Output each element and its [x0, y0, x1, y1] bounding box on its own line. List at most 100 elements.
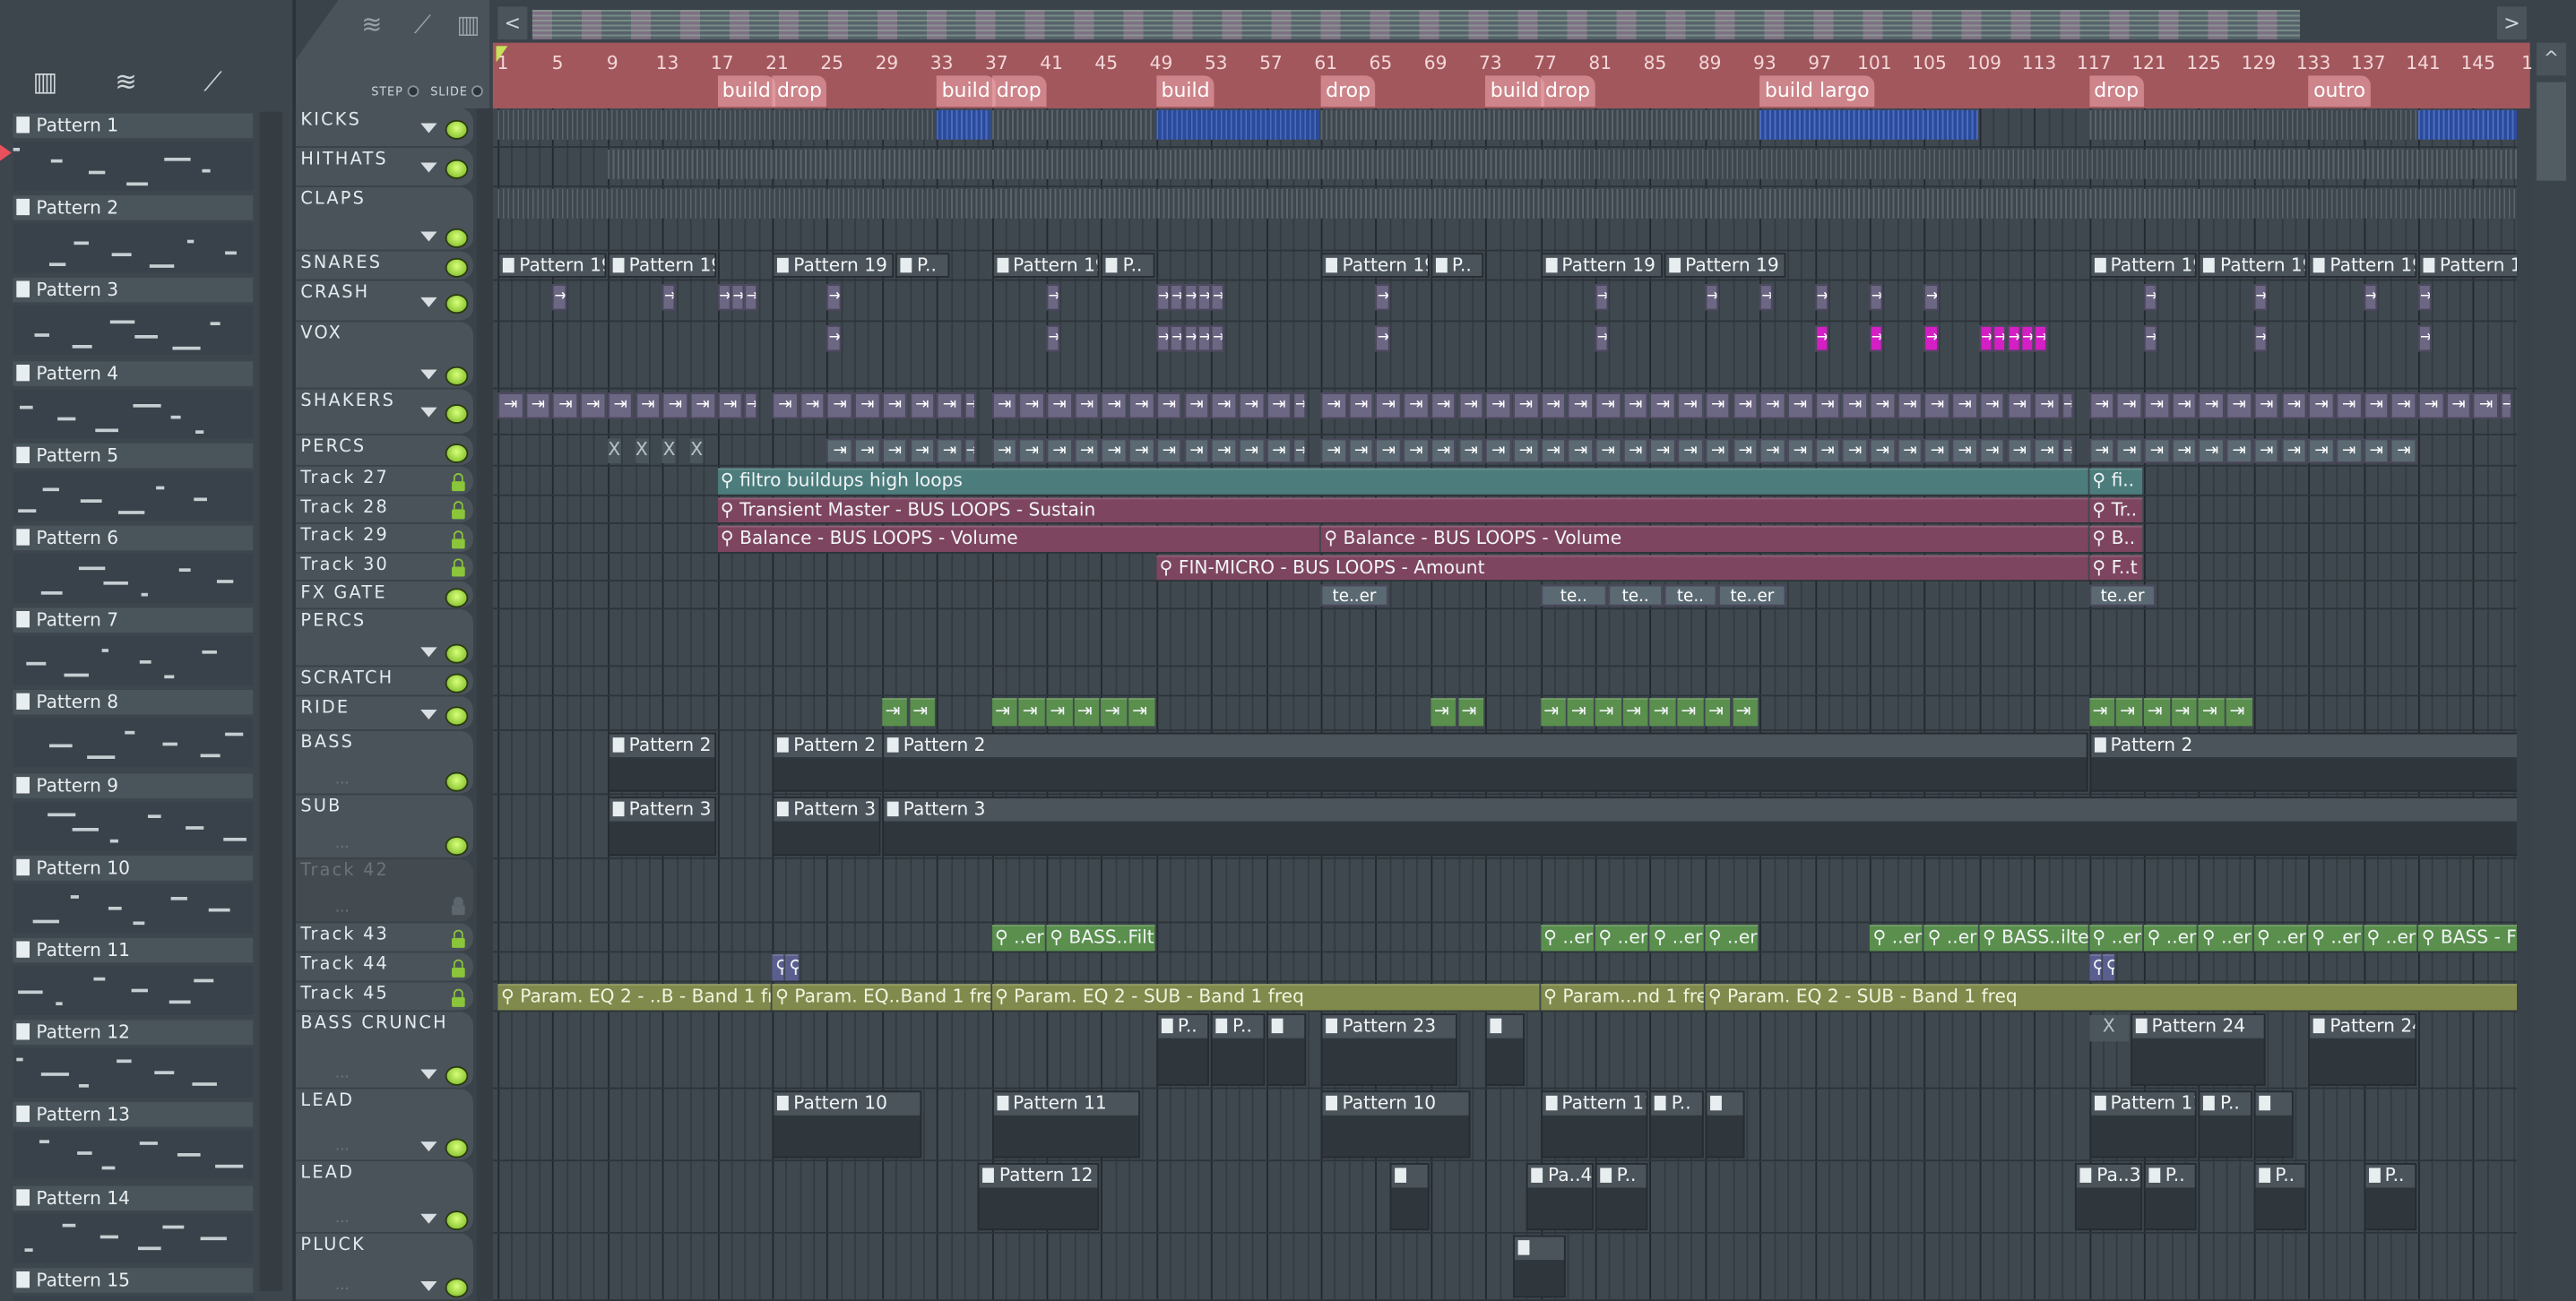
track-options-dots[interactable]: ... — [335, 836, 350, 852]
scrollbar-thumb[interactable] — [2536, 82, 2566, 181]
audio-clip[interactable]: ⇥ — [497, 392, 524, 419]
pattern-clip[interactable]: Pattern 3 — [881, 797, 2518, 857]
automation-clip[interactable]: ⚲ ..er — [1869, 925, 1923, 952]
audio-clip[interactable]: ⇥ — [1128, 438, 1155, 463]
audio-clip[interactable]: ⇥ — [1197, 324, 1211, 352]
pattern-clip[interactable]: Pattern 19 — [607, 253, 716, 278]
track-options-dots[interactable]: ... — [335, 900, 350, 917]
audio-clip[interactable]: ⇥ — [1705, 284, 1719, 311]
pattern-item[interactable]: Pattern 14 — [13, 1185, 256, 1268]
audio-clip[interactable]: ⇥ — [2363, 284, 2377, 311]
pattern-clip[interactable]: P.. — [1101, 253, 1155, 278]
pattern-clip[interactable] — [1266, 1013, 1306, 1086]
audio-clip[interactable]: ⇥ — [937, 438, 963, 463]
audio-clip[interactable]: ⇥ — [1457, 392, 1484, 419]
audio-clip[interactable]: ⇥ — [1649, 698, 1676, 727]
audio-clip[interactable]: ⇥ — [635, 392, 661, 419]
track-dropdown-icon[interactable] — [420, 369, 437, 380]
step-toggle[interactable] — [407, 85, 419, 98]
audio-clip[interactable]: ⇥ — [2418, 324, 2433, 352]
audio-clip[interactable]: ⇥ — [1018, 392, 1045, 419]
audio-clip[interactable]: ⇥ — [1759, 284, 1774, 311]
audio-clip[interactable]: ⇥ — [2143, 438, 2170, 463]
track-header[interactable]: Track 45 — [295, 982, 473, 1012]
pattern-clip[interactable]: Pattern 10 — [772, 1090, 921, 1159]
marker-build[interactable]: build — [717, 75, 776, 108]
automation-clip[interactable]: ⚲ ..er — [2088, 925, 2143, 952]
audio-clip[interactable] — [497, 188, 2518, 219]
audio-clip[interactable]: ⇥ — [1568, 438, 1594, 463]
pattern-clip[interactable] — [1389, 1162, 1430, 1231]
audio-clip[interactable]: ⇥ — [1540, 438, 1567, 463]
automation-clip[interactable]: ⚲ Param...nd 1 freq — [1540, 984, 1704, 1011]
track-enable-led[interactable] — [445, 293, 469, 314]
audio-clip[interactable]: ⇥ — [1183, 324, 1197, 352]
track-enable-led[interactable] — [445, 1211, 469, 1231]
audio-clip[interactable]: ⇥ — [1197, 284, 1211, 311]
pattern-clip[interactable]: Pattern 11 — [1540, 1090, 1649, 1159]
audio-clip[interactable] — [991, 109, 1155, 140]
pattern-clip[interactable]: Pattern 19 — [2418, 253, 2518, 278]
pattern-clip[interactable]: P.. — [1211, 1013, 1265, 1086]
track-selector-strip[interactable] — [476, 108, 493, 1301]
audio-clip[interactable]: ⇥ — [1759, 438, 1786, 463]
pattern-clip[interactable]: Pattern 23 — [1320, 1013, 1457, 1086]
audio-clip[interactable]: ⇥ — [1951, 438, 1978, 463]
track-header[interactable]: FX GATE — [295, 581, 473, 610]
pattern-item[interactable]: Pattern 4 — [13, 360, 256, 444]
automation-clip[interactable]: ⚲ ..er — [1705, 925, 1759, 952]
automation-clip[interactable]: ⚲ ..er — [2143, 925, 2198, 952]
pattern-clip[interactable]: P.. — [1431, 253, 1484, 278]
audio-clip[interactable]: ⇥ — [1403, 392, 1430, 419]
automation-clip[interactable]: ⚲ ..er — [2253, 925, 2307, 952]
pattern-item[interactable]: Pattern 2 — [13, 195, 256, 279]
lock-icon[interactable] — [452, 558, 465, 577]
marker-drop[interactable]: drop — [1540, 75, 1595, 108]
audio-clip[interactable]: ⇥ — [826, 392, 853, 419]
marker-build[interactable]: build — [1485, 75, 1544, 108]
audio-clip[interactable]: ⇥ — [1293, 392, 1306, 419]
pattern-clip[interactable]: Pattern 10 — [1320, 1090, 1471, 1159]
audio-clip[interactable]: ⇥ — [2500, 392, 2513, 419]
pattern-item[interactable]: Pattern 13 — [13, 1102, 256, 1185]
playlist-grid[interactable]: Pattern 19 Pattern 19 Pattern 19 P.. Pattern… — [492, 108, 2518, 1301]
audio-clip[interactable]: ⇥ — [1183, 438, 1210, 463]
pattern-clip[interactable]: Pa..3 — [2075, 1162, 2143, 1231]
pattern-item[interactable]: Pattern 1 — [13, 113, 256, 195]
audio-clip[interactable]: ⇥ — [2253, 324, 2268, 352]
audio-clip[interactable]: ⇥ — [1431, 698, 1457, 727]
playhead-marker-icon[interactable] — [496, 46, 508, 63]
clip[interactable]: te.. — [1609, 584, 1663, 607]
track-header[interactable]: HITHATS — [295, 147, 473, 187]
audio-clip[interactable]: ⇥ — [2390, 392, 2417, 419]
audio-clip[interactable]: ⇥ — [1018, 698, 1045, 727]
track-enable-led[interactable] — [445, 836, 469, 857]
audio-clip[interactable]: ⇥ — [552, 392, 579, 419]
track-enable-led[interactable] — [445, 443, 469, 463]
audio-clip[interactable]: ⇥ — [1595, 392, 1621, 419]
automation-clip[interactable]: ⚲ — [785, 954, 799, 981]
audio-clip[interactable]: ⇥ — [1622, 392, 1649, 419]
scroll-left-button[interactable]: < — [497, 6, 528, 39]
pattern-clip[interactable]: P.. — [895, 253, 949, 278]
audio-clip[interactable]: ⇥ — [1814, 284, 1828, 311]
pattern-clip[interactable]: P.. — [2199, 1090, 2252, 1159]
audio-clip[interactable]: ⇥ — [2418, 392, 2444, 419]
track-dropdown-icon[interactable] — [420, 407, 437, 418]
marker-build[interactable]: build — [1155, 75, 1215, 108]
audio-clip[interactable]: ⇥ — [1649, 392, 1676, 419]
track-enable-led[interactable] — [445, 1278, 469, 1298]
audio-clip[interactable]: ⇥ — [1128, 698, 1155, 727]
pattern-clip[interactable]: P.. — [1155, 1013, 1210, 1086]
audio-clip[interactable]: ⇥ — [2062, 438, 2074, 463]
automation-clip[interactable]: ⚲ Balance - BUS LOOPS - Volume — [1320, 525, 2088, 552]
audio-clip[interactable]: ⇥ — [1622, 698, 1649, 727]
audio-clip[interactable]: ⇥ — [1266, 392, 1292, 419]
track-header[interactable]: PLUCK... — [295, 1233, 473, 1301]
lock-icon[interactable] — [452, 988, 465, 1007]
audio-clip[interactable]: ⇥ — [2171, 392, 2198, 419]
audio-clip[interactable]: ⇥ — [1431, 438, 1457, 463]
track-enable-led[interactable] — [445, 705, 469, 726]
audio-clip[interactable]: ⇥ — [2336, 392, 2362, 419]
pattern-clip[interactable]: P.. — [1595, 1162, 1649, 1231]
